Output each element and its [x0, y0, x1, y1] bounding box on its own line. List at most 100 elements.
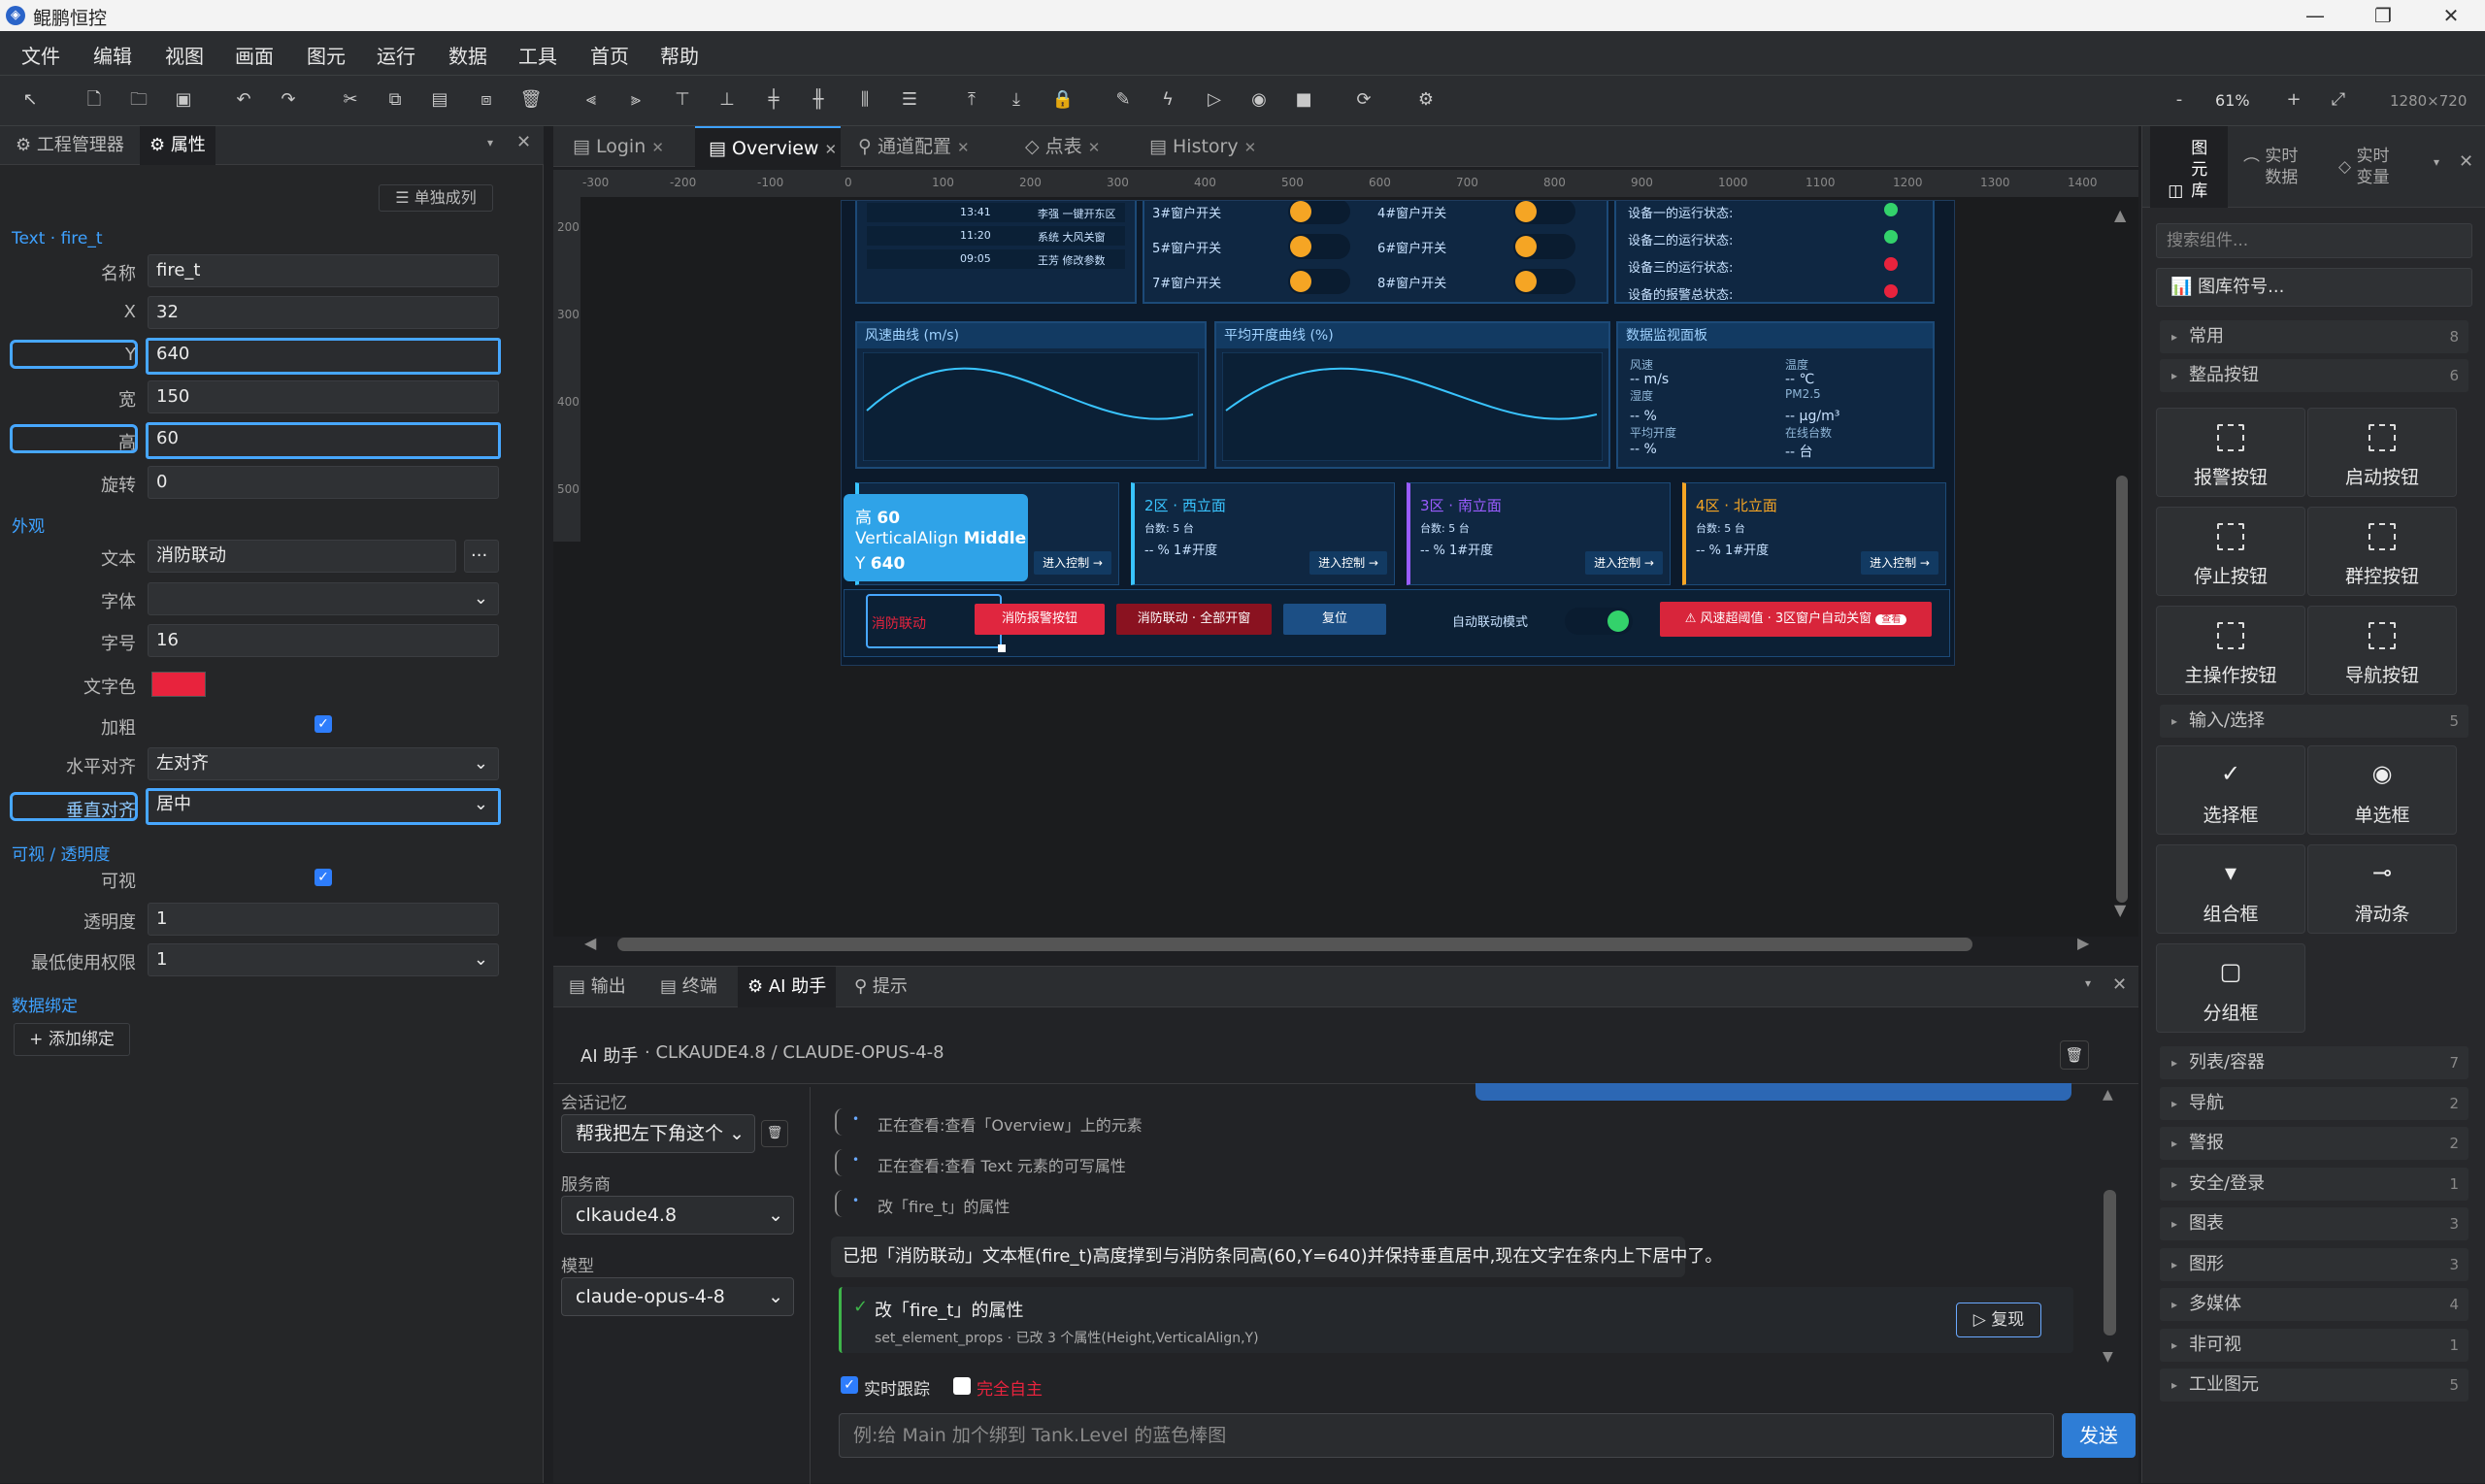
pen-icon[interactable]: ✎ — [1110, 87, 1136, 113]
replay-button[interactable]: ▷ 复现 — [1956, 1303, 2041, 1337]
menu-element[interactable]: 图元 — [307, 41, 346, 69]
component-card[interactable]: ◉ 单选框 — [2307, 745, 2457, 835]
redo-icon[interactable]: ↷ — [276, 87, 301, 113]
height-field[interactable]: 60 — [146, 422, 501, 459]
symbol-library-button[interactable]: 📊 图库符号... — [2156, 268, 2472, 307]
tab-realtime-data[interactable]: ⌒ 实时数据 — [2243, 146, 2321, 188]
fire-alarm-button[interactable]: 消防报警按钮 — [975, 604, 1105, 635]
tab-overview[interactable]: ▤ Overview ✕ — [695, 126, 841, 167]
delete-icon[interactable]: 🗑 — [518, 87, 544, 113]
new-file-icon[interactable]: 🗋 — [82, 87, 107, 113]
memory-select[interactable]: 帮我把左下角这个 ⌄ — [561, 1114, 755, 1153]
horizontal-scrollbar[interactable]: ◀ ▶ — [582, 934, 2106, 955]
panel-menu-icon[interactable]: ▾ — [2085, 976, 2091, 990]
refresh-icon[interactable]: ⟳ — [1351, 87, 1376, 113]
enter-control-button[interactable]: 进入控制 → — [1309, 551, 1387, 575]
font-size-field[interactable]: 16 — [148, 624, 499, 657]
pointer-icon[interactable]: ↖ — [17, 87, 43, 113]
distribute-v-icon[interactable]: ☰ — [897, 87, 922, 113]
resize-handle[interactable] — [998, 644, 1006, 652]
category-item[interactable]: ▸ 警报 2 — [2160, 1127, 2468, 1160]
category-item[interactable]: ▸ 安全/登录 1 — [2160, 1167, 2468, 1201]
text-field[interactable]: 消防联动 — [148, 540, 456, 573]
category-common[interactable]: ▸ 常用 8 — [2160, 320, 2468, 353]
width-field[interactable]: 150 — [148, 380, 499, 413]
component-card[interactable]: ✓ 选择框 — [2156, 745, 2305, 835]
model-select[interactable]: claude-opus-4-8 ⌄ — [561, 1277, 794, 1316]
component-card[interactable]: 启动按钮 — [2307, 408, 2457, 497]
delete-memory-icon[interactable]: 🗑 — [761, 1120, 788, 1147]
tab-properties[interactable]: ⚙ 属性 — [140, 126, 215, 165]
minimize-icon[interactable]: — — [2281, 0, 2349, 31]
realtime-track-checkbox[interactable]: ✓ — [841, 1376, 858, 1394]
duplicate-icon[interactable]: ⧈ — [474, 87, 499, 113]
align-top-icon[interactable]: ⊤ — [670, 87, 695, 113]
wind-alarm-banner[interactable]: ⚠ 风速超阈值 · 3区窗户自动关窗 查看 — [1660, 602, 1932, 637]
category-item[interactable]: ▸ 列表/容器 7 — [2160, 1046, 2468, 1079]
tab-close-icon[interactable]: ✕ — [1244, 139, 1257, 156]
component-card[interactable]: 导航按钮 — [2307, 606, 2457, 695]
menu-file[interactable]: 文件 — [21, 41, 60, 69]
menu-view[interactable]: 视图 — [165, 41, 204, 69]
single-column-button[interactable]: ☰ 单独成列 — [379, 184, 493, 212]
menu-data[interactable]: 数据 — [448, 41, 487, 69]
tab-realtime-variables[interactable]: ◇ 实时变量 — [2338, 146, 2416, 188]
component-card[interactable]: ▢ 分组框 — [2156, 943, 2305, 1033]
open-folder-icon[interactable]: 🗀 — [126, 87, 151, 113]
panel-menu-icon[interactable]: ▾ — [2434, 155, 2439, 169]
component-card[interactable]: 群控按钮 — [2307, 507, 2457, 596]
fit-screen-icon[interactable]: ⤢ — [2326, 87, 2351, 113]
window-toggle[interactable] — [1288, 269, 1350, 294]
scroll-left-icon[interactable]: ◀ — [584, 934, 596, 952]
align-center-v-icon[interactable]: ╫ — [806, 87, 831, 113]
tab-close-icon[interactable]: ✕ — [1088, 139, 1101, 156]
category-item[interactable]: ▸ 工业图元 5 — [2160, 1369, 2468, 1402]
component-card[interactable]: 主操作按钮 — [2156, 606, 2305, 695]
vertical-scrollbar[interactable]: ▲ ▼ — [2112, 206, 2132, 924]
window-toggle[interactable] — [1288, 201, 1350, 224]
tab-close-icon[interactable]: ✕ — [651, 139, 664, 156]
enter-control-button[interactable]: 进入控制 → — [1034, 551, 1111, 575]
category-item[interactable]: ▸ 图形 3 — [2160, 1247, 2468, 1281]
text-color-swatch[interactable] — [151, 672, 206, 697]
close-icon[interactable]: ✕ — [2417, 0, 2485, 31]
menu-edit[interactable]: 编辑 — [93, 41, 132, 69]
align-left-icon[interactable]: ⫷ — [579, 87, 604, 113]
scroll-thumb[interactable] — [2116, 476, 2128, 903]
full-auto-checkbox[interactable] — [953, 1377, 971, 1395]
tab-output[interactable]: ▤ 输出 — [559, 967, 636, 1007]
halign-select[interactable]: 左对齐 ⌄ — [148, 747, 499, 780]
paste-icon[interactable]: ▤ — [427, 87, 452, 113]
scroll-down-icon[interactable]: ▼ — [2114, 901, 2126, 919]
tab-terminal[interactable]: ▤ 终端 — [650, 967, 727, 1007]
tab-project-manager[interactable]: ⚙ 工程管理器 — [6, 126, 134, 165]
menu-help[interactable]: 帮助 — [660, 41, 699, 69]
menu-tools[interactable]: 工具 — [518, 41, 557, 69]
scroll-up-icon[interactable]: ▲ — [2114, 206, 2126, 224]
align-bottom-icon[interactable]: ⊥ — [714, 87, 740, 113]
component-search-input[interactable]: 搜索组件... — [2156, 223, 2472, 258]
open-all-windows-button[interactable]: 消防联动 · 全部开窗 — [1116, 604, 1272, 635]
align-right-icon[interactable]: ⫸ — [623, 87, 648, 113]
opacity-field[interactable]: 1 — [148, 903, 499, 936]
rotation-field[interactable]: 0 — [148, 466, 499, 499]
valign-select[interactable]: 居中 ⌄ — [146, 788, 501, 825]
permission-select[interactable]: 1 ⌄ — [148, 943, 499, 976]
maximize-icon[interactable]: ❐ — [2349, 0, 2417, 31]
x-field[interactable]: 32 — [148, 296, 499, 329]
window-toggle[interactable] — [1513, 234, 1575, 259]
panel-close-icon[interactable]: ✕ — [516, 132, 531, 152]
fire-linkage-text[interactable]: 消防联动 — [872, 613, 926, 633]
category-item[interactable]: ▸ 图表 3 — [2160, 1207, 2468, 1240]
reset-button[interactable]: 复位 — [1283, 604, 1386, 635]
tab-close-icon[interactable]: ✕ — [957, 139, 970, 156]
play-icon[interactable]: ▷ — [1202, 87, 1227, 113]
clear-chat-icon[interactable]: 🗑 — [2060, 1040, 2089, 1070]
send-back-icon[interactable]: ⤓ — [1004, 87, 1029, 113]
panel-menu-icon[interactable]: ▾ — [487, 136, 493, 149]
window-toggle[interactable] — [1513, 201, 1575, 224]
auto-mode-toggle[interactable] — [1565, 608, 1633, 635]
chat-input[interactable]: 例:给 Main 加个绑到 Tank.Level 的蓝色棒图 — [839, 1413, 2054, 1458]
cut-icon[interactable]: ✂ — [338, 87, 363, 113]
menu-run[interactable]: 运行 — [377, 41, 415, 69]
